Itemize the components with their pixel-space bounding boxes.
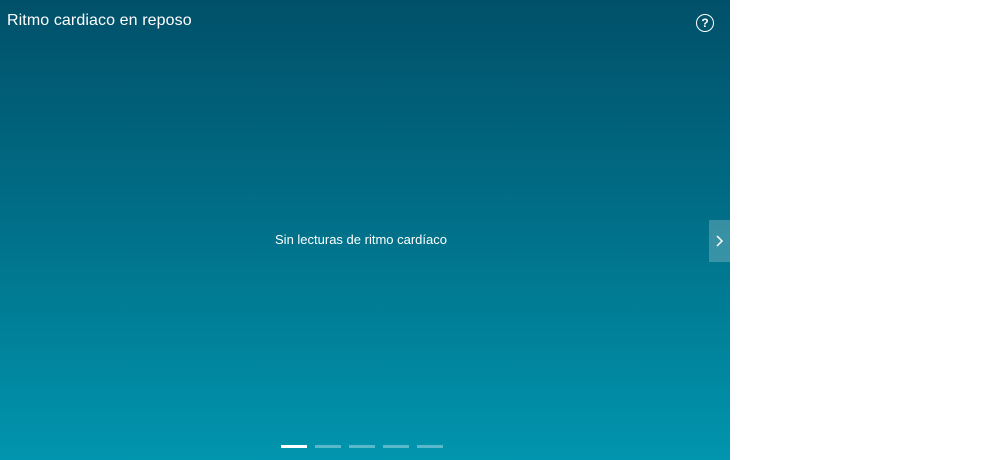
pager-indicator-1[interactable] <box>281 445 307 448</box>
empty-state-message: Sin lecturas de ritmo cardíaco <box>275 232 447 247</box>
pager-indicator-5[interactable] <box>417 445 443 448</box>
chevron-right-icon <box>716 235 724 247</box>
pager-indicator-3[interactable] <box>349 445 375 448</box>
pager-indicator-4[interactable] <box>383 445 409 448</box>
tile-title: Ritmo cardiaco en reposo <box>7 12 192 29</box>
pager-indicator-2[interactable] <box>315 445 341 448</box>
resting-heart-rate-tile: Ritmo cardiaco en reposo ? Sin lecturas … <box>0 0 730 460</box>
help-icon[interactable]: ? <box>696 14 714 32</box>
next-slide-button[interactable] <box>709 220 730 262</box>
carousel-pager <box>281 445 443 448</box>
blank-area <box>730 0 999 460</box>
